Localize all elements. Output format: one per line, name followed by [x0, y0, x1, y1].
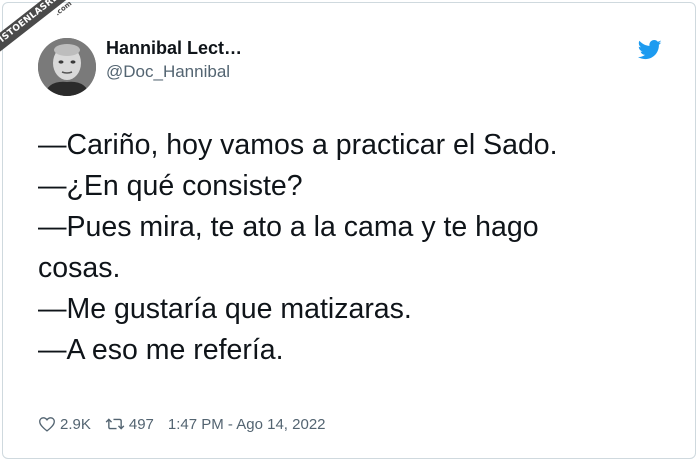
like-metric[interactable]: 2.9K — [38, 416, 91, 433]
retweet-icon — [105, 418, 125, 430]
tweet-line: —Me gustaría que matizaras. — [38, 293, 412, 325]
author-handle[interactable]: @Doc_Hannibal — [106, 62, 230, 82]
tweet-line: —A eso me refería. — [38, 334, 284, 366]
retweet-metric[interactable]: 497 — [105, 416, 154, 433]
heart-icon — [39, 417, 55, 432]
tweet-line: —Pues mira, te ato a la cama y te hago — [38, 211, 539, 243]
tweet-line: —¿En qué consiste? — [38, 170, 303, 202]
tweet-footer: 2.9K 497 1:47 PM - Ago 14, 2022 — [38, 413, 326, 435]
retweet-count: 497 — [128, 415, 154, 433]
tweet-line: —Cariño, hoy vamos a practicar el Sado. — [38, 129, 558, 161]
tweet-line: cosas. — [38, 252, 121, 284]
avatar-portrait-icon — [38, 38, 96, 96]
tweet-timestamp[interactable]: 1:47 PM - Ago 14, 2022 — [168, 416, 326, 433]
like-count: 2.9K — [60, 415, 91, 433]
twitter-bird-icon[interactable] — [637, 40, 662, 60]
author-name[interactable]: Hannibal Lect… — [106, 38, 242, 59]
avatar[interactable] — [38, 38, 96, 96]
tweet-text: —Cariño, hoy vamos a practicar el Sado. … — [38, 125, 668, 371]
